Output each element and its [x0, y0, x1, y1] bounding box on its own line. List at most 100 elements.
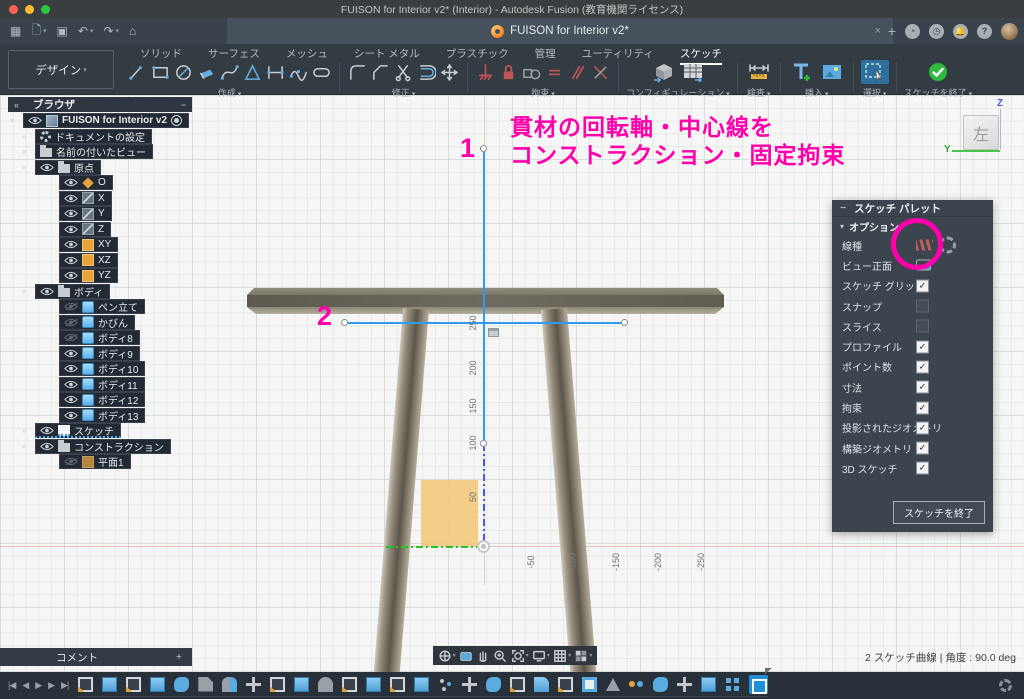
- browser-tree-row[interactable]: X: [0, 191, 230, 207]
- visibility-eye-icon[interactable]: [64, 302, 78, 311]
- fix-constraint-icon[interactable]: [475, 62, 496, 83]
- timeline-feature-icon[interactable]: [701, 677, 716, 692]
- timeline-feature-icon[interactable]: [582, 677, 597, 692]
- timeline-feature-icon[interactable]: [677, 677, 692, 692]
- configure-table-icon[interactable]: [679, 60, 707, 84]
- palette-option-control[interactable]: [916, 300, 929, 313]
- add-comment-icon[interactable]: +: [176, 651, 182, 663]
- circle-tool-icon[interactable]: [173, 62, 194, 83]
- expand-arrow-icon[interactable]: [22, 147, 35, 156]
- insert-image-icon[interactable]: [818, 60, 846, 84]
- new-tab-icon[interactable]: +: [888, 23, 896, 39]
- comment-bar[interactable]: コメント +: [0, 648, 192, 666]
- browser-tree-row[interactable]: XY: [0, 237, 230, 253]
- history-icon[interactable]: ◷: [929, 24, 944, 39]
- browser-tree-row[interactable]: ドキュメントの設定: [0, 129, 230, 145]
- equal-constraint-icon[interactable]: [544, 62, 565, 83]
- document-tab[interactable]: FUISON for Interior v2* ×: [227, 18, 893, 44]
- browser-tree-row[interactable]: Y: [0, 206, 230, 222]
- offset-face-icon[interactable]: [196, 62, 217, 83]
- orbit-icon[interactable]: ▾: [438, 649, 456, 663]
- browser-tree-row[interactable]: O: [0, 175, 230, 191]
- pan-hand-icon[interactable]: [476, 649, 490, 663]
- timeline-feature-icon[interactable]: [510, 677, 525, 692]
- visibility-eye-icon[interactable]: [64, 240, 78, 249]
- timeline-step-back-icon[interactable]: ◀: [22, 680, 28, 691]
- timeline-go-start-icon[interactable]: |◀: [8, 680, 15, 691]
- browser-tree-row[interactable]: ボディ8: [0, 330, 230, 346]
- browser-tree-row[interactable]: ボディ10: [0, 361, 230, 377]
- palette-option-control[interactable]: [916, 442, 929, 455]
- visibility-eye-icon[interactable]: [64, 271, 78, 280]
- timeline-feature-icon[interactable]: [749, 675, 768, 694]
- browser-tree-row[interactable]: XZ: [0, 253, 230, 269]
- tangent-constraint-icon[interactable]: [521, 62, 542, 83]
- close-tab-icon[interactable]: ×: [875, 25, 881, 37]
- timeline-feature-icon[interactable]: [222, 677, 237, 692]
- redo-icon[interactable]: ↷: [103, 24, 119, 38]
- sketch-point[interactable]: [480, 145, 487, 152]
- sketch-point[interactable]: [621, 319, 628, 326]
- visibility-eye-icon[interactable]: [64, 225, 78, 234]
- timeline-feature-icon[interactable]: [462, 677, 477, 692]
- group-create-label[interactable]: 作成: [218, 86, 241, 99]
- browser-tree-row[interactable]: ボディ12: [0, 392, 230, 408]
- visibility-eye-icon[interactable]: [64, 349, 78, 358]
- job-status-icon[interactable]: ◔: [905, 24, 920, 39]
- browser-tree-row[interactable]: 平面1: [0, 454, 230, 470]
- timeline-feature-icon[interactable]: [318, 677, 333, 692]
- finish-sketch-icon[interactable]: [924, 60, 952, 84]
- expand-arrow-icon[interactable]: [22, 163, 35, 172]
- app-grid-icon[interactable]: ▦: [10, 24, 21, 38]
- zoom-icon[interactable]: [493, 649, 507, 663]
- timeline-feature-icon[interactable]: [725, 677, 740, 692]
- palette-option-control[interactable]: [916, 320, 929, 333]
- timeline-step-forward-icon[interactable]: ▶: [48, 680, 54, 691]
- group-modify-label[interactable]: 修正: [392, 86, 415, 99]
- timeline-feature-icon[interactable]: [126, 677, 141, 692]
- save-icon[interactable]: ▣: [57, 24, 68, 38]
- workspace-selector[interactable]: デザイン: [8, 50, 114, 89]
- palette-minimize-icon[interactable]: −: [840, 202, 846, 214]
- timeline-feature-icon[interactable]: [366, 677, 381, 692]
- insert-text-icon[interactable]: [788, 60, 816, 84]
- trim-scissors-icon[interactable]: [393, 62, 414, 83]
- timeline-feature-icon[interactable]: [102, 677, 117, 692]
- visibility-eye-icon[interactable]: [64, 411, 78, 420]
- notifications-bell-icon[interactable]: 🔔: [953, 24, 968, 39]
- origin-point[interactable]: [477, 540, 490, 553]
- timeline-go-end-icon[interactable]: ▶|: [61, 680, 68, 691]
- sketch-line-vertical[interactable]: [483, 148, 485, 444]
- chamfer-tool-icon[interactable]: [370, 62, 391, 83]
- group-constraints-label[interactable]: 拘束: [531, 86, 554, 99]
- finish-sketch-button[interactable]: スケッチを終了: [893, 501, 985, 524]
- timeline-feature-icon[interactable]: [174, 677, 189, 692]
- visibility-eye-icon[interactable]: [64, 256, 78, 265]
- timeline-feature-icon[interactable]: [246, 677, 261, 692]
- palette-option-control[interactable]: [916, 462, 929, 475]
- expand-arrow-icon[interactable]: [22, 132, 35, 141]
- timeline-feature-icon[interactable]: [629, 677, 644, 692]
- sketch-point[interactable]: [341, 319, 348, 326]
- visibility-eye-icon[interactable]: [64, 318, 78, 327]
- group-insert-label[interactable]: 挿入: [805, 86, 828, 99]
- browser-tree-row[interactable]: YZ: [0, 268, 230, 284]
- fit-view-icon[interactable]: ▾: [511, 649, 529, 663]
- palette-option-control[interactable]: [916, 279, 929, 292]
- timeline-play-icon[interactable]: ▶: [35, 680, 41, 691]
- timeline-feature-icon[interactable]: [486, 677, 501, 692]
- visibility-eye-icon[interactable]: [64, 380, 78, 389]
- timeline-feature-icon[interactable]: [414, 677, 429, 692]
- visibility-eye-icon[interactable]: [64, 333, 78, 342]
- group-finish-sketch-label[interactable]: スケッチを終了: [904, 86, 972, 99]
- parallel-constraint-icon[interactable]: [567, 62, 588, 83]
- visibility-eye-icon[interactable]: [28, 116, 42, 125]
- visibility-eye-icon[interactable]: [40, 442, 54, 451]
- browser-tree-row[interactable]: FUISON for Interior v2: [0, 113, 230, 129]
- select-tool-icon[interactable]: [861, 60, 889, 84]
- palette-option-control[interactable]: [916, 340, 929, 353]
- dimension-tool-icon[interactable]: [265, 62, 286, 83]
- constraint-glyph[interactable]: [488, 328, 499, 337]
- line-tool-icon[interactable]: [127, 62, 148, 83]
- measure-icon[interactable]: [745, 60, 773, 84]
